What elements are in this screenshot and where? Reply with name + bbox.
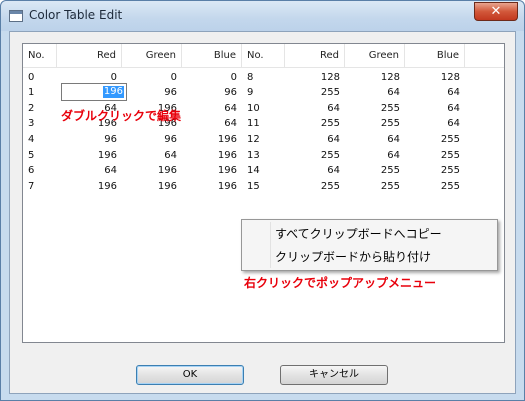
cell-red[interactable]: 255 <box>285 148 345 163</box>
cell-green[interactable]: 128 <box>345 70 405 85</box>
cell-red[interactable]: 128 <box>285 70 345 85</box>
cell-blue[interactable]: 196 <box>182 179 242 194</box>
header-green-2[interactable]: Green <box>345 44 405 68</box>
table-row[interactable]: 6 64 196 196 14 64 255 255 <box>23 163 504 178</box>
cell-blue[interactable]: 196 <box>182 163 242 178</box>
edit-selected-text: 196 <box>102 86 124 98</box>
table-row[interactable]: 7 196 196 196 15 255 255 255 <box>23 179 504 194</box>
title-bar[interactable]: Color Table Edit ✕ <box>1 1 524 31</box>
cell-no: 15 <box>247 181 260 192</box>
cell-no: 6 <box>28 165 35 176</box>
cell-blue[interactable]: 64 <box>405 116 465 131</box>
cell-no: 11 <box>247 118 260 129</box>
cell-green[interactable]: 64 <box>345 85 405 100</box>
window-title: Color Table Edit <box>29 8 123 22</box>
menu-item-copy-all[interactable]: すべてクリップボードへコピー <box>275 223 442 245</box>
ok-button[interactable]: OK <box>136 365 244 385</box>
cell-no: 12 <box>247 134 260 145</box>
cell-green[interactable]: 64 <box>122 148 182 163</box>
header-red-1[interactable]: Red <box>57 44 122 68</box>
cell-blue[interactable]: 255 <box>405 148 465 163</box>
cell-red[interactable]: 64 <box>285 163 345 178</box>
cell-blue[interactable]: 196 <box>182 148 242 163</box>
table-header: No. Red Green Blue No. Red Green Blue <box>23 44 504 68</box>
cell-no: 3 <box>28 118 35 129</box>
menu-item-paste[interactable]: クリップボードから貼り付け <box>275 246 431 268</box>
cell-green[interactable]: 0 <box>122 70 182 85</box>
cell-green[interactable]: 96 <box>122 85 182 100</box>
table-row[interactable]: 4 96 96 196 12 64 64 255 <box>23 132 504 147</box>
cell-green[interactable]: 255 <box>345 116 405 131</box>
cell-green[interactable]: 255 <box>345 163 405 178</box>
cell-blue[interactable]: 255 <box>405 179 465 194</box>
cancel-button[interactable]: キャンセル <box>280 365 388 385</box>
cell-blue[interactable]: 255 <box>405 132 465 147</box>
cell-no: 8 <box>247 72 254 83</box>
cell-no: 9 <box>247 87 254 98</box>
cell-no: 4 <box>28 134 35 145</box>
cell-red[interactable]: 255 <box>285 85 345 100</box>
cell-blue[interactable]: 64 <box>405 85 465 100</box>
cell-no: 13 <box>247 150 260 161</box>
cell-green[interactable]: 255 <box>345 179 405 194</box>
header-no-1[interactable]: No. <box>23 44 57 68</box>
cell-red[interactable]: 64 <box>285 101 345 116</box>
table-row[interactable]: 5 196 64 196 13 255 64 255 <box>23 148 504 163</box>
header-red-2[interactable]: Red <box>285 44 345 68</box>
cell-red[interactable]: 64 <box>57 163 122 178</box>
cell-green[interactable]: 196 <box>122 163 182 178</box>
cell-blue[interactable]: 64 <box>405 101 465 116</box>
cell-no: 2 <box>28 103 35 114</box>
cell-red[interactable]: 196 <box>57 148 122 163</box>
cell-blue[interactable]: 96 <box>182 85 242 100</box>
cell-no: 1 <box>28 87 35 98</box>
window-icon <box>9 10 23 22</box>
cell-blue[interactable]: 128 <box>405 70 465 85</box>
close-button[interactable]: ✕ <box>474 2 518 21</box>
annotation-right-click: 右クリックでポップアップメニュー <box>244 276 437 290</box>
header-blue-1[interactable]: Blue <box>182 44 242 68</box>
context-menu: すべてクリップボードへコピー クリップボードから貼り付け <box>241 219 498 271</box>
cell-green[interactable]: 64 <box>345 132 405 147</box>
cell-red[interactable]: 96 <box>57 132 122 147</box>
cell-blue[interactable]: 64 <box>182 116 242 131</box>
cell-edit-input[interactable]: 196 <box>61 83 127 101</box>
cell-green[interactable]: 196 <box>122 179 182 194</box>
cell-green[interactable]: 255 <box>345 101 405 116</box>
color-table-listview[interactable]: No. Red Green Blue No. Red Green Blue 0 … <box>22 43 505 343</box>
header-no-2[interactable]: No. <box>242 44 285 68</box>
cell-blue[interactable]: 0 <box>182 70 242 85</box>
cell-red[interactable]: 64 <box>285 132 345 147</box>
cell-no: 10 <box>247 103 260 114</box>
cell-no: 0 <box>28 72 35 83</box>
annotation-double-click: ダブルクリックで編集 <box>61 109 182 123</box>
cell-no: 14 <box>247 165 260 176</box>
cell-blue[interactable]: 196 <box>182 132 242 147</box>
cell-green[interactable]: 64 <box>345 148 405 163</box>
dialog-client-area: No. Red Green Blue No. Red Green Blue 0 … <box>9 31 516 394</box>
cell-blue[interactable]: 64 <box>182 101 242 116</box>
cell-red[interactable]: 196 <box>57 179 122 194</box>
cell-no: 5 <box>28 150 35 161</box>
cell-red[interactable]: 255 <box>285 179 345 194</box>
cell-red[interactable]: 255 <box>285 116 345 131</box>
cell-green[interactable]: 96 <box>122 132 182 147</box>
header-blue-2[interactable]: Blue <box>405 44 465 68</box>
cell-no: 7 <box>28 181 35 192</box>
dialog-window: Color Table Edit ✕ No. Red Green Blue No… <box>0 0 525 401</box>
cell-blue[interactable]: 255 <box>405 163 465 178</box>
header-green-1[interactable]: Green <box>122 44 182 68</box>
